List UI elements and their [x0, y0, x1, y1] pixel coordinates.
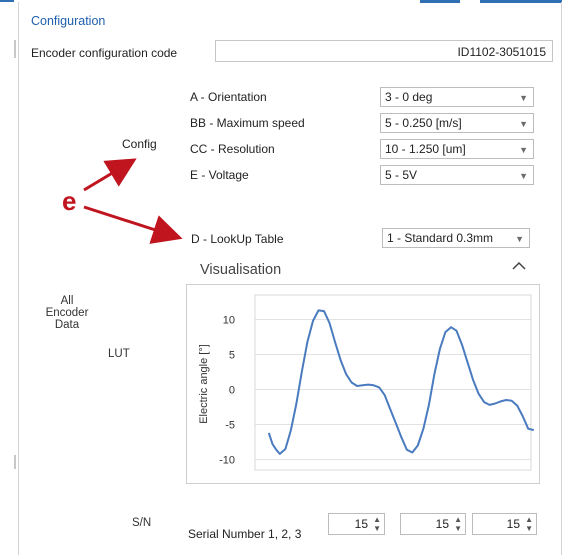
- visualisation-title: Visualisation: [200, 262, 282, 278]
- chart-ylabel: Electric angle [°]: [198, 344, 210, 424]
- chart-series-line: [267, 309, 535, 455]
- lut-label: LUT: [108, 348, 130, 360]
- all-encoder-data-label: All Encoder Data: [45, 295, 89, 331]
- stepper-arrows-icon[interactable]: ▲ ▼: [373, 515, 381, 533]
- serial-number-3-value: 15: [506, 517, 520, 531]
- lut-chart-svg: Electric angle [°] 10 5 0 -5 -10: [198, 294, 535, 471]
- stepper-arrows-icon[interactable]: ▲ ▼: [454, 515, 462, 533]
- chart-ytick-label: 10: [223, 315, 235, 327]
- serial-number-2-stepper[interactable]: 15 ▲ ▼: [400, 513, 466, 535]
- chart-ytick-label: -5: [225, 420, 235, 432]
- lookup-select[interactable]: 1 - Standard 0.3mm ▼: [382, 228, 530, 248]
- annotation-arrow-config: [83, 158, 137, 192]
- serial-label: Serial Number 1, 2, 3: [188, 527, 302, 541]
- lookup-value: 1 - Standard 0.3mm: [387, 231, 494, 245]
- lut-chart: Electric angle [°] 10 5 0 -5 -10: [186, 284, 540, 484]
- chart-ytick-label: 5: [229, 350, 235, 362]
- stepper-arrows-icon[interactable]: ▲ ▼: [525, 515, 533, 533]
- chevron-up-icon[interactable]: [512, 258, 526, 276]
- annotation-arrow-lookup: [83, 205, 183, 244]
- sn-label: S/N: [132, 517, 152, 529]
- lookup-label: D - LookUp Table: [191, 232, 284, 246]
- chart-ytick-label: 0: [229, 385, 235, 397]
- serial-number-2-value: 15: [435, 517, 449, 531]
- chevron-down-icon: ▼: [515, 234, 524, 244]
- chart-ytick-label: -10: [219, 455, 235, 467]
- serial-number-1-stepper[interactable]: 15 ▲ ▼: [328, 513, 385, 535]
- serial-number-1-value: 15: [354, 517, 368, 531]
- chart-plot-area: [254, 294, 532, 471]
- serial-number-3-stepper[interactable]: 15 ▲ ▼: [472, 513, 537, 535]
